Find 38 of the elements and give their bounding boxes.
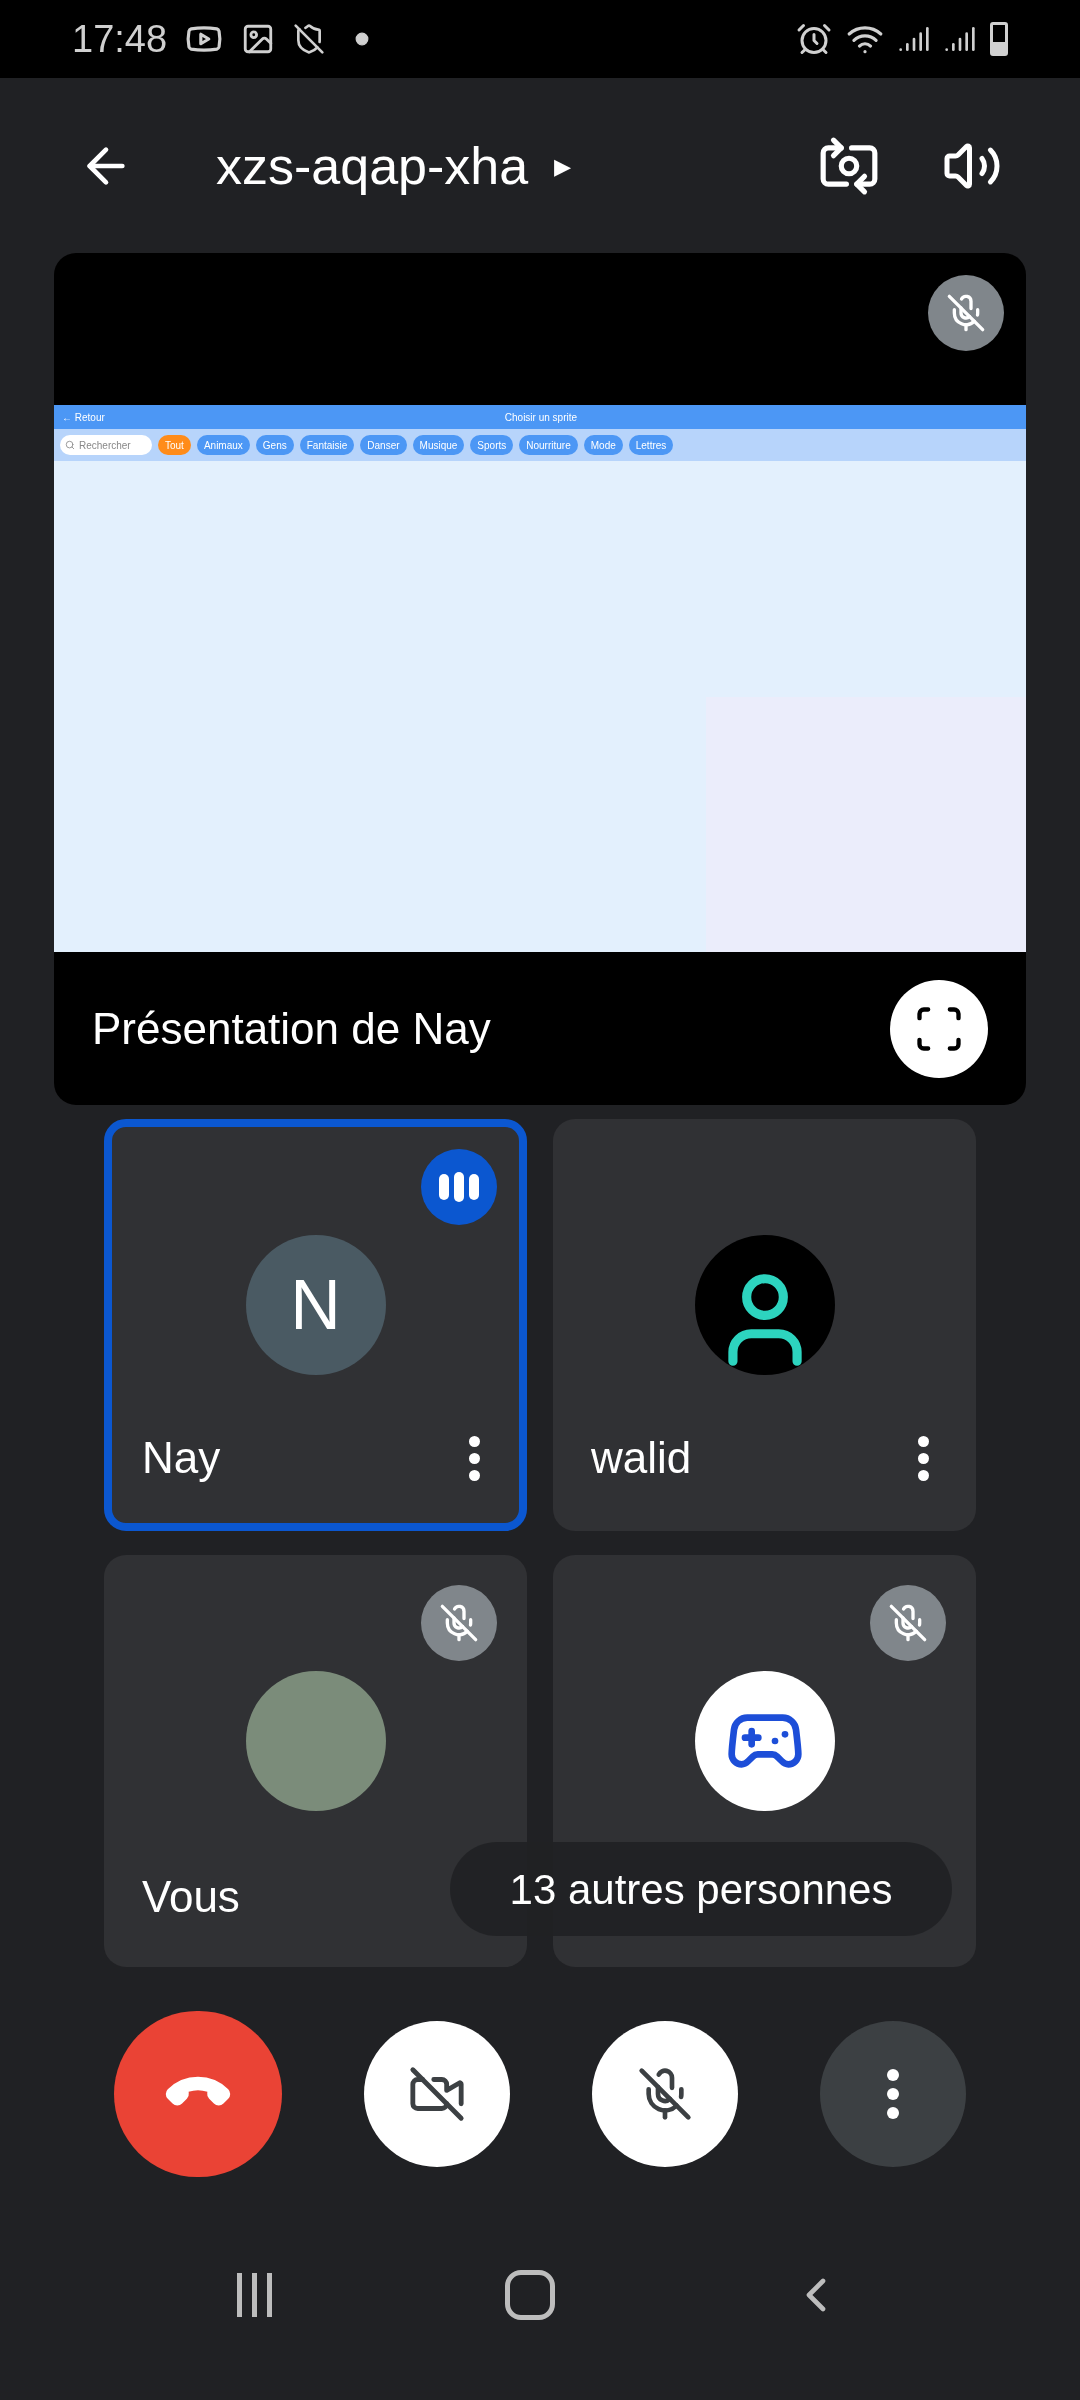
category-chip[interactable]: Danser [360, 435, 407, 455]
category-chip[interactable]: Tout [158, 435, 191, 455]
search-icon [65, 440, 75, 450]
switch-camera-icon [818, 134, 880, 197]
shield-off-icon [293, 23, 326, 55]
battery-icon [990, 22, 1008, 56]
presentation-caption: Présentation de Nay [92, 1002, 491, 1055]
more-icon [917, 1435, 929, 1481]
category-chip[interactable]: Lettres [628, 435, 674, 455]
mic-off-icon [637, 2066, 693, 2122]
participant-name: walid [591, 1436, 692, 1480]
more-icon [468, 1435, 480, 1481]
search-field[interactable]: Rechercher [60, 435, 152, 455]
category-chip[interactable]: Animaux [196, 435, 250, 455]
screen-title: Choisir un sprite [504, 410, 578, 425]
home-icon[interactable] [504, 2270, 555, 2320]
meeting-code[interactable]: xzs-aqap-xha ▸ [216, 126, 572, 205]
category-chip[interactable]: Sports [470, 435, 514, 455]
mic-off-icon [888, 1603, 928, 1643]
back-link[interactable]: ← Retour [62, 409, 105, 425]
mic-off-icon [439, 1603, 479, 1643]
category-chip[interactable]: Fantaisie [299, 435, 355, 455]
more-icon [887, 2069, 899, 2119]
category-chip[interactable]: Mode [583, 435, 623, 455]
camera-off-icon [408, 2065, 466, 2123]
alarm-icon [796, 21, 832, 57]
mic-off-icon [946, 293, 986, 333]
participant-name: Nay [142, 1436, 221, 1480]
category-chip[interactable]: Musique [412, 435, 465, 455]
switch-camera-button[interactable] [818, 134, 880, 197]
others-count-badge: 13 autres personnes [450, 1842, 952, 1936]
participant-name: Vous [142, 1875, 240, 1919]
category-chip[interactable]: Gens [255, 435, 294, 455]
avatar-initial: N [245, 1235, 386, 1375]
recent-apps-icon[interactable] [236, 2273, 272, 2317]
dot-icon [355, 32, 370, 46]
status-time: 17:48 [72, 16, 168, 62]
category-chip[interactable]: Nourriture [519, 435, 578, 455]
